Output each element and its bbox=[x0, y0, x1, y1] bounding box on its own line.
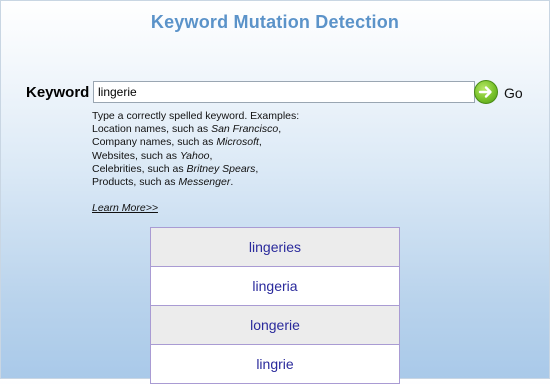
help-example-line: Products, such as Messenger. bbox=[92, 176, 299, 189]
result-item[interactable]: lingrie bbox=[151, 344, 399, 383]
go-button[interactable] bbox=[474, 80, 498, 104]
help-example-prefix: Company names, such as bbox=[92, 136, 217, 149]
help-example-suffix: . bbox=[230, 176, 234, 189]
help-example-prefix: Location names, such as bbox=[92, 123, 212, 136]
result-item[interactable]: lingeria bbox=[151, 266, 399, 305]
help-example-value: San Francisco bbox=[211, 123, 279, 136]
keyword-label: Keyword bbox=[26, 84, 90, 101]
help-intro: Type a correctly spelled keyword. Exampl… bbox=[92, 110, 300, 122]
help-example-suffix: , bbox=[209, 149, 213, 162]
help-example-line: Websites, such as Yahoo, bbox=[92, 150, 299, 163]
help-example-line: Company names, such as Microsoft, bbox=[92, 136, 299, 149]
help-example-prefix: Celebrities, such as bbox=[92, 162, 187, 175]
help-example-value: Microsoft bbox=[216, 136, 259, 149]
result-item[interactable]: longerie bbox=[151, 305, 399, 344]
help-example-value: Britney Spears bbox=[186, 162, 256, 175]
result-item[interactable]: lingeries bbox=[151, 228, 399, 266]
page-title: Keyword Mutation Detection bbox=[150, 12, 400, 32]
help-example-value: Messenger bbox=[178, 176, 231, 189]
keyword-input[interactable] bbox=[93, 81, 475, 103]
help-example-suffix: , bbox=[278, 123, 282, 136]
help-example-prefix: Products, such as bbox=[92, 176, 179, 189]
results-list: lingeries lingeria longerie lingrie bbox=[150, 227, 400, 384]
go-label[interactable]: Go bbox=[504, 85, 523, 101]
help-example-suffix: , bbox=[258, 136, 262, 149]
help-example-line: Celebrities, such as Britney Spears, bbox=[92, 163, 299, 176]
learn-more-link[interactable]: Learn More>> bbox=[92, 202, 158, 214]
help-example-prefix: Websites, such as bbox=[92, 149, 180, 162]
help-example-line: Location names, such as San Francisco, bbox=[92, 123, 299, 136]
arrow-right-icon bbox=[478, 86, 492, 98]
help-example-suffix: , bbox=[255, 162, 259, 175]
help-example-value: Yahoo bbox=[179, 149, 210, 162]
help-text: Type a correctly spelled keyword. Exampl… bbox=[92, 110, 299, 189]
